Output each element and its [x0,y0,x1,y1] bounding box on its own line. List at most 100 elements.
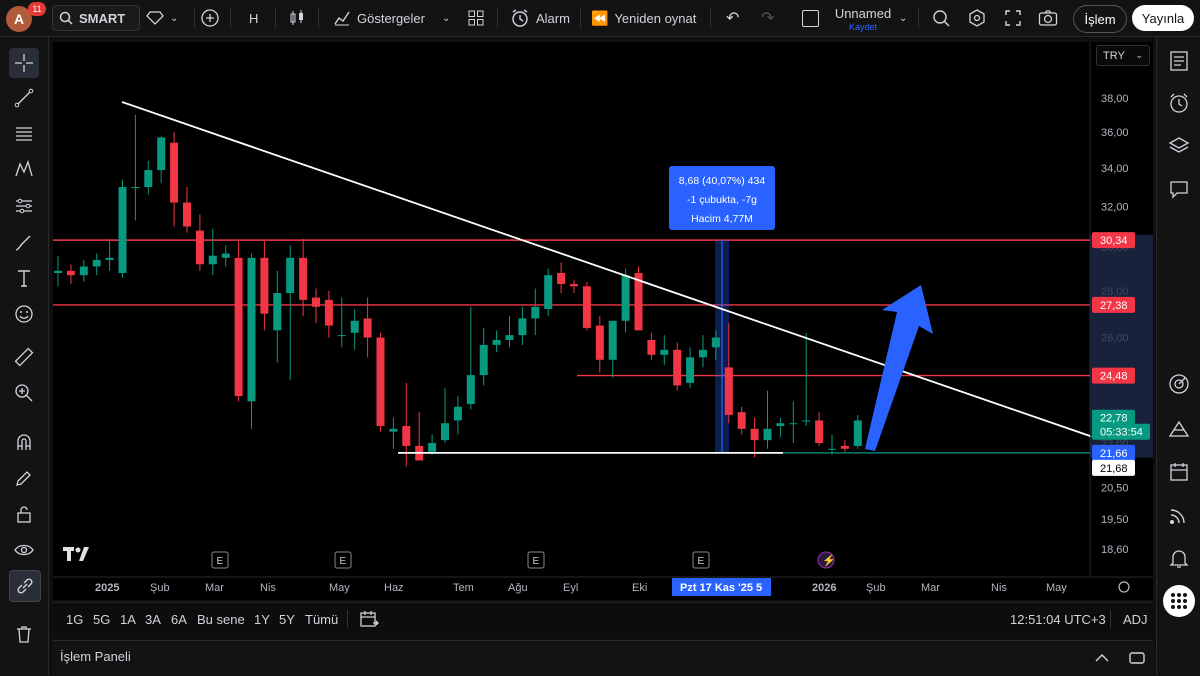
symbol-search[interactable]: SMART [52,5,140,31]
compare-button[interactable] [200,0,220,36]
magnet-tool[interactable] [9,427,39,457]
publish-button[interactable]: Yayınla [1132,5,1194,31]
indicators-dropdown[interactable]: ⌄ [442,0,450,36]
price-chart[interactable]: 38,0036,0034,0032,0030,0028,0026,0022,00… [53,42,1153,600]
undo-button[interactable]: ↶ [726,0,739,36]
interval-button[interactable]: H [249,0,258,36]
clock-timezone[interactable]: 12:51:04 UTC+3 [1010,603,1106,635]
earnings-label: E [340,556,347,567]
layout-dropdown[interactable]: ⌄ [899,0,907,36]
candle-body [724,367,733,415]
draw-mode-tool[interactable] [9,463,39,493]
brush-tool[interactable] [9,227,39,257]
chats-button[interactable] [1164,174,1194,204]
pattern-tool[interactable] [9,155,39,185]
candle-body [324,299,333,326]
notifications-button[interactable] [1164,543,1194,573]
trade-button[interactable]: İşlem [1073,5,1127,33]
alarm-label: Alarm [536,10,570,26]
range-ytd[interactable]: Bu sene [197,603,245,635]
candle-body [492,339,501,345]
chart-area[interactable]: 38,0036,0034,0032,0030,0028,0026,0022,00… [53,42,1153,600]
ruler-tool[interactable] [9,342,39,372]
text-tool[interactable] [9,263,39,293]
candle-body [840,445,849,449]
adjust-toggle[interactable]: ADJ [1123,603,1148,635]
prediction-tool[interactable] [9,191,39,221]
flash-glyph: ⚡ [822,554,836,567]
price-badge-label: 30,34 [1100,235,1128,247]
fib-retracement-icon [16,127,32,141]
ideas-button[interactable] [1164,414,1194,444]
time-tick-label: May [329,582,350,594]
signals-button[interactable] [1164,369,1194,399]
alarm-clock-icon [512,9,528,27]
chart-type-button[interactable] [288,0,306,36]
collapse-panel-button[interactable] [1093,649,1111,670]
calendar-button[interactable] [1164,457,1194,487]
time-tick-label: Haz [384,582,404,594]
fullscreen-button[interactable] [1004,0,1022,36]
emoji-tool[interactable] [9,299,39,329]
grid-icon [468,10,484,26]
link-icon [17,578,33,594]
range-6m[interactable]: 6A [171,603,187,635]
price-badge-label: 24,48 [1100,371,1128,383]
watchlist-button[interactable] [1164,46,1194,76]
maximize-panel-button[interactable] [1128,649,1146,670]
price-tick-label: 19,50 [1101,514,1129,526]
quick-search-button[interactable] [932,0,950,36]
range-3m[interactable]: 3A [145,603,161,635]
checkbox-icon [802,9,819,27]
pattern-icon [15,160,33,177]
lock-tool[interactable] [9,499,39,529]
candle-body [505,335,514,340]
tradingview-logo [62,545,94,568]
candle-body [673,349,682,386]
replay-button[interactable]: ⏪ Yeniden oynat [591,0,696,36]
alarm-button[interactable]: Alarm [510,0,570,36]
currency-selector[interactable]: TRY ⌄ [1096,45,1150,66]
range-1y[interactable]: 1Y [254,603,270,635]
range-5y[interactable]: 5Y [279,603,295,635]
plan-dropdown[interactable]: ⌄ [146,0,178,36]
crosshair-tool[interactable] [9,48,39,78]
indicators-button[interactable]: Göstergeler [333,0,425,36]
apps-button[interactable] [1163,585,1195,617]
layouts-button[interactable] [467,0,485,36]
snapshot-button[interactable] [1038,0,1058,36]
zoom-tool[interactable] [9,378,39,408]
object-tree-button[interactable] [1164,131,1194,161]
price-tick-label: 20,50 [1101,483,1129,495]
candle-body [557,272,566,285]
range-bar: 1G 5G 1A 3A 6A Bu sene 1Y 5Y Tümü 12:51:… [53,602,1153,635]
news-stream-button[interactable] [1164,500,1194,530]
text-icon [18,270,30,287]
fib-tool[interactable] [9,119,39,149]
sync-tool[interactable] [9,570,41,602]
delete-tool[interactable] [9,619,39,649]
candle-body [376,337,385,427]
range-1d[interactable]: 1G [66,603,83,635]
candle-body [750,428,759,441]
earnings-label: E [698,556,705,567]
range-all[interactable]: Tümü [305,603,338,635]
candle-body [699,349,707,358]
range-1m[interactable]: 1A [120,603,136,635]
alerts-button[interactable] [1164,88,1194,118]
indicators-label: Göstergeler [357,10,425,26]
trendline-tool[interactable] [9,83,39,113]
trading-panel-tab[interactable]: İşlem Paneli [60,649,131,664]
goto-date-button[interactable] [359,603,379,635]
visibility-tool[interactable] [9,535,39,565]
layout-menu[interactable] [802,0,819,36]
settings-button[interactable] [968,0,986,36]
time-tick-label: Eyl [563,582,578,594]
redo-button[interactable]: ↷ [761,0,774,36]
earnings-label: E [533,556,540,567]
layout-title[interactable]: Unnamed Kaydet [833,6,893,32]
pencil-lock-icon [16,471,31,486]
avatar-letter: A [13,11,25,27]
search-icon [59,11,73,25]
range-5d[interactable]: 5G [93,603,110,635]
